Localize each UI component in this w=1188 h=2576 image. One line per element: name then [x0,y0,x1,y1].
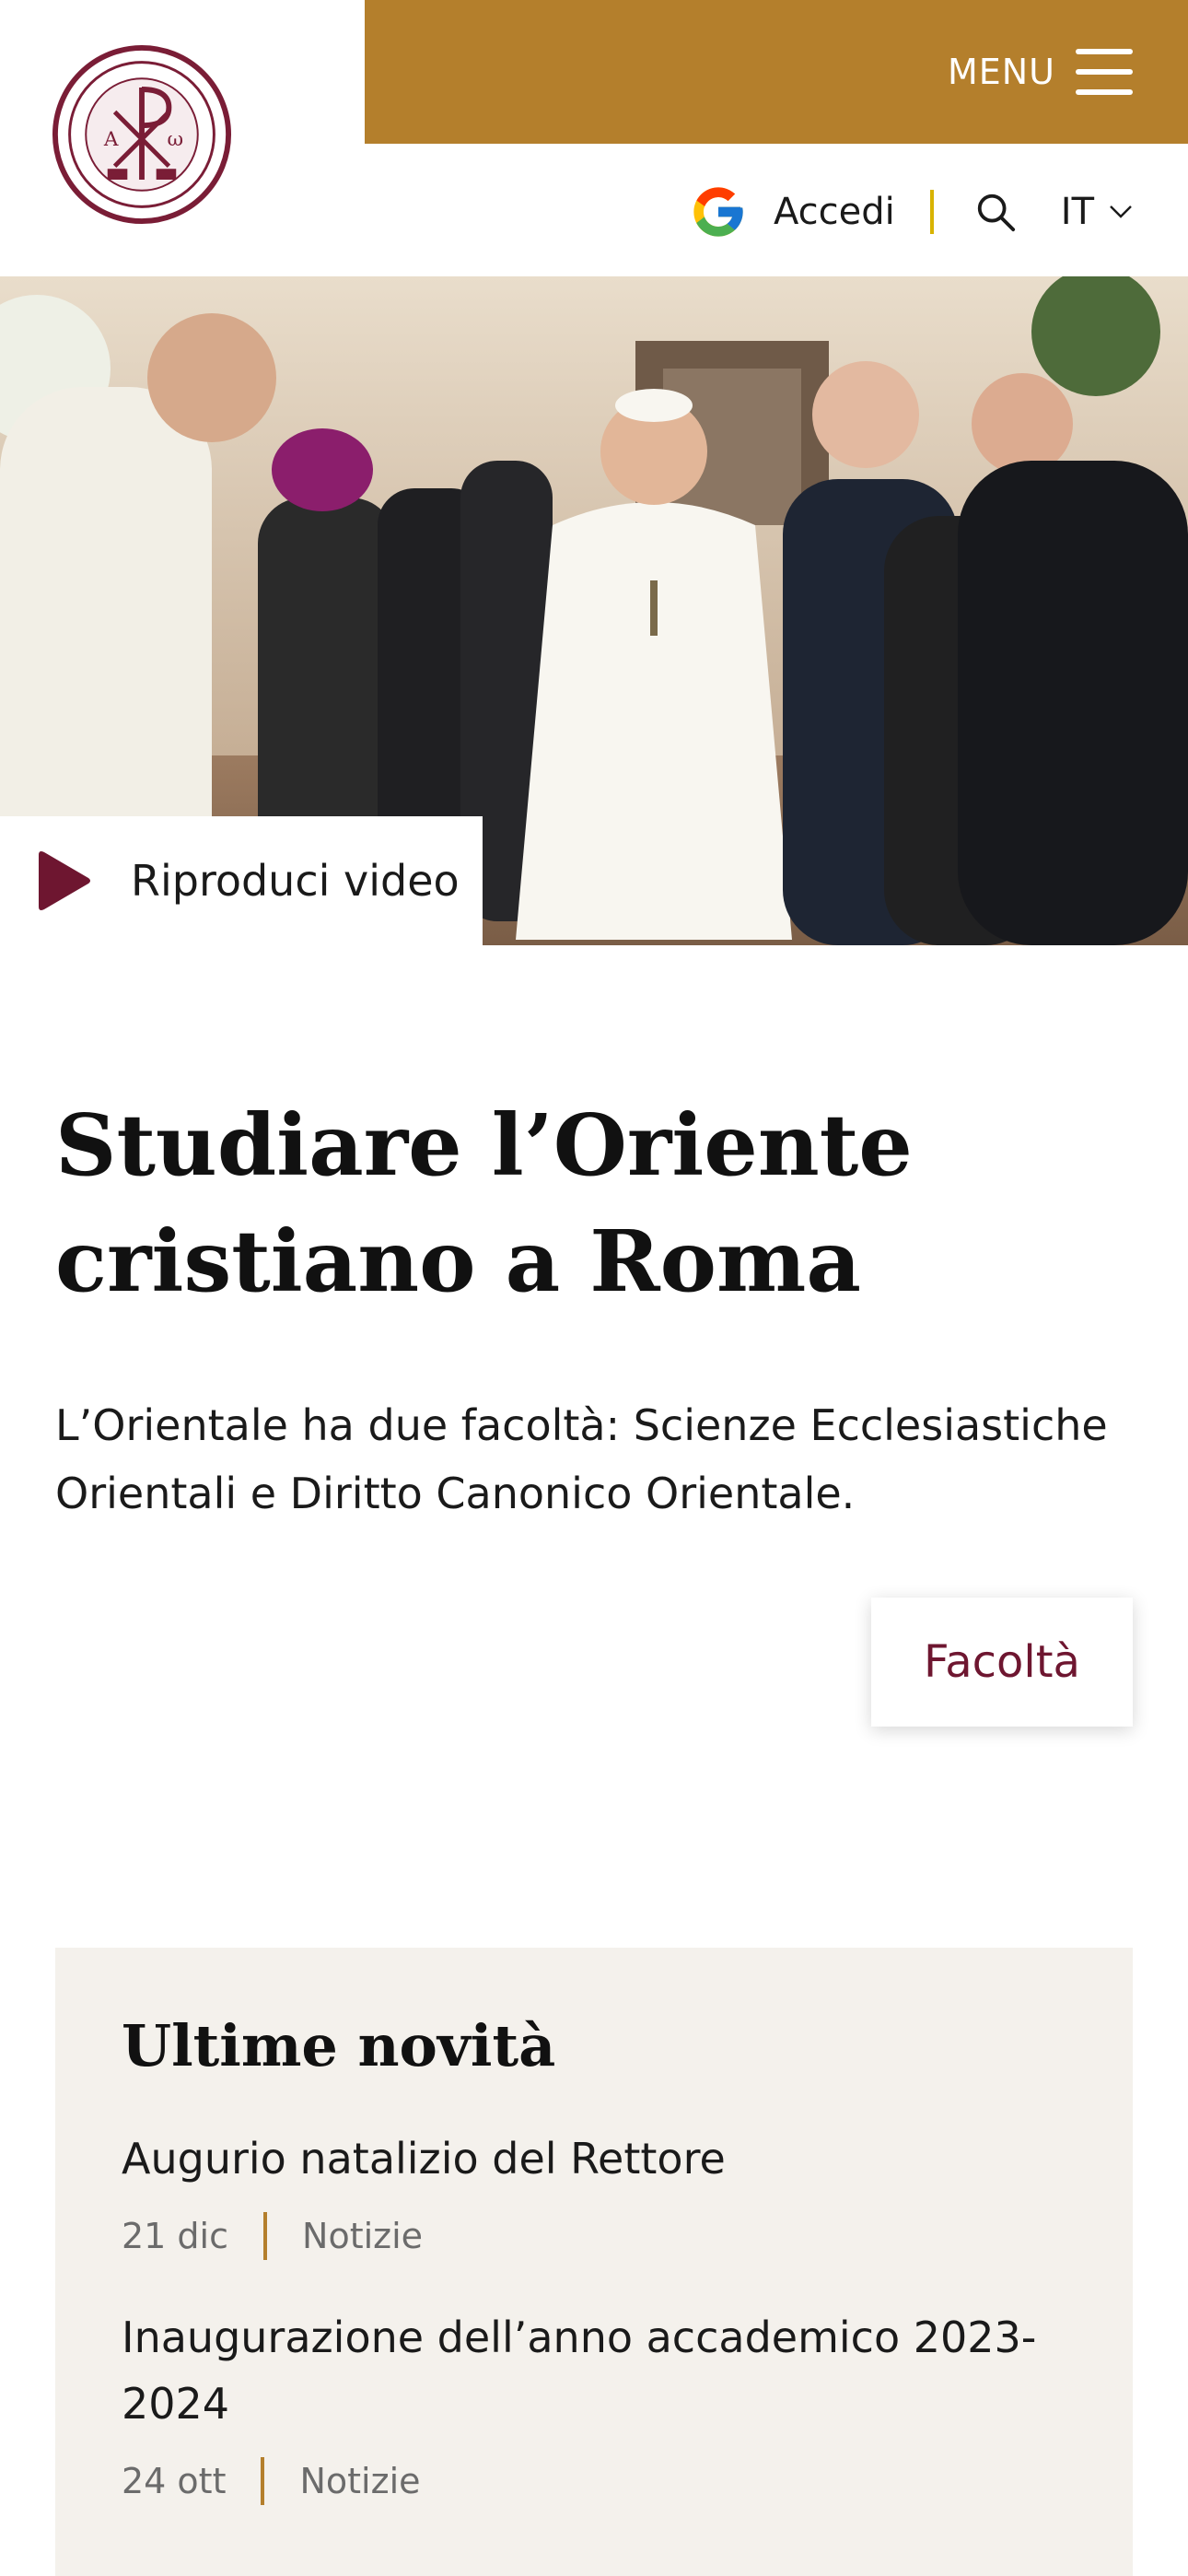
svg-text:ω: ω [167,128,183,151]
utility-bar: Accedi IT [689,175,1133,249]
language-selector[interactable]: IT [1061,191,1133,233]
divider [261,2457,265,2505]
news-category[interactable]: Notizie [299,2461,420,2501]
intro-text: L’Orientale ha due facoltà: Scienze Eccl… [55,1400,1108,1518]
divider [929,190,934,234]
language-label: IT [1060,191,1094,233]
divider [263,2212,268,2260]
news-item[interactable]: Inaugurazione dell’anno accademico 2023-… [122,2304,1066,2505]
play-icon [39,851,90,910]
menu-button[interactable]: MENU [365,0,1188,144]
site-header: A ω MENU Accedi IT [0,0,1188,276]
chevron-down-icon [1110,205,1132,218]
news-date: 24 ott [122,2461,227,2501]
play-video-button[interactable]: Riproduci video [0,816,483,945]
page-title: Studiare l’Oriente cristiano a Roma [55,1095,913,1311]
login-link[interactable]: Accedi [774,191,895,233]
play-video-label: Riproduci video [131,856,460,906]
news-heading: Ultime novità [122,2012,556,2079]
news-item-title[interactable]: Inaugurazione dell’anno accademico 2023-… [122,2304,1066,2437]
news-item-title[interactable]: Augurio natalizio del Rettore [122,2125,1066,2192]
news-item[interactable]: Augurio natalizio del Rettore 21 dic Not… [122,2125,1066,2260]
news-meta: 24 ott Notizie [122,2457,1066,2505]
menu-label: MENU [947,52,1055,92]
google-icon[interactable] [689,182,748,241]
news-category[interactable]: Notizie [302,2216,423,2256]
hero-image: Riproduci video [0,276,1188,945]
news-section: Ultime novità Augurio natalizio del Rett… [55,1948,1133,2576]
svg-text:A: A [103,128,119,151]
logo-seal[interactable]: A ω [52,44,232,225]
search-icon[interactable] [974,191,1017,233]
news-meta: 21 dic Notizie [122,2212,1066,2260]
news-date: 21 dic [122,2216,229,2256]
hamburger-icon [1076,49,1133,95]
faculties-button[interactable]: Facoltà [871,1598,1133,1727]
